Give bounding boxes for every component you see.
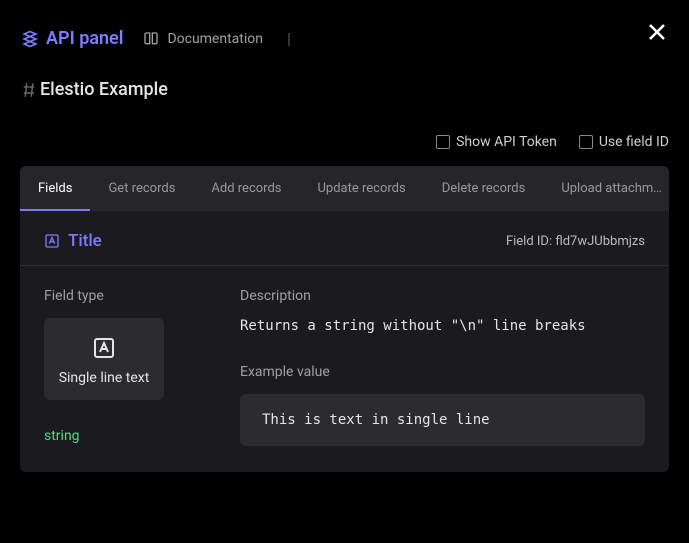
logo-icon [20, 29, 40, 49]
field-description-column: Description Returns a string without "\n… [240, 288, 645, 446]
tab-add-records[interactable]: Add records [193, 166, 299, 211]
tabs: Fields Get records Add records Update re… [20, 166, 669, 211]
options-row: Show API Token Use field ID [0, 100, 689, 160]
app-logo: API panel [20, 28, 123, 49]
page-title-row: Elestio Example [0, 49, 689, 100]
description-text: Returns a string without "\n" line break… [240, 318, 645, 334]
logo-text: API panel [46, 28, 123, 49]
field-id: Field ID: fld7wJUbbmjzs [506, 234, 645, 249]
tab-get-records[interactable]: Get records [90, 166, 193, 211]
single-line-text-icon [92, 336, 116, 360]
tab-upload-attachments[interactable]: Upload attachm… [543, 166, 669, 211]
documentation-link[interactable]: Documentation [143, 31, 263, 47]
text-field-icon [44, 233, 60, 249]
tab-update-records[interactable]: Update records [300, 166, 424, 211]
page-title: Elestio Example [40, 79, 168, 100]
field-header: Title Field ID: fld7wJUbbmjzs [20, 211, 669, 266]
header: API panel Documentation | [0, 0, 689, 49]
example-label: Example value [240, 364, 645, 380]
checkbox-box-icon [579, 135, 593, 149]
hash-icon [20, 81, 38, 99]
use-field-id-checkbox[interactable]: Use field ID [579, 134, 669, 150]
tab-delete-records[interactable]: Delete records [424, 166, 544, 211]
field-type-label: Field type [44, 288, 208, 304]
field-type-column: Field type Single line text string [44, 288, 208, 446]
show-api-token-checkbox[interactable]: Show API Token [436, 134, 557, 150]
field-title-text: Title [68, 231, 102, 251]
use-field-id-label: Use field ID [599, 134, 669, 150]
field-type-name: Single line text [59, 370, 150, 386]
field-body: Field type Single line text string Descr… [20, 266, 669, 472]
field-title[interactable]: Title [44, 231, 102, 251]
main-panel: Fields Get records Add records Update re… [20, 166, 669, 472]
show-api-token-label: Show API Token [456, 134, 557, 150]
book-icon [143, 31, 159, 47]
tab-fields[interactable]: Fields [20, 166, 90, 211]
close-button[interactable] [645, 20, 669, 44]
checkbox-box-icon [436, 135, 450, 149]
field-type-value: string [44, 428, 208, 444]
description-label: Description [240, 288, 645, 304]
divider: | [287, 29, 291, 48]
example-value: This is text in single line [240, 394, 645, 446]
field-type-card: Single line text [44, 318, 164, 400]
close-icon [645, 20, 669, 44]
documentation-label: Documentation [167, 31, 263, 47]
